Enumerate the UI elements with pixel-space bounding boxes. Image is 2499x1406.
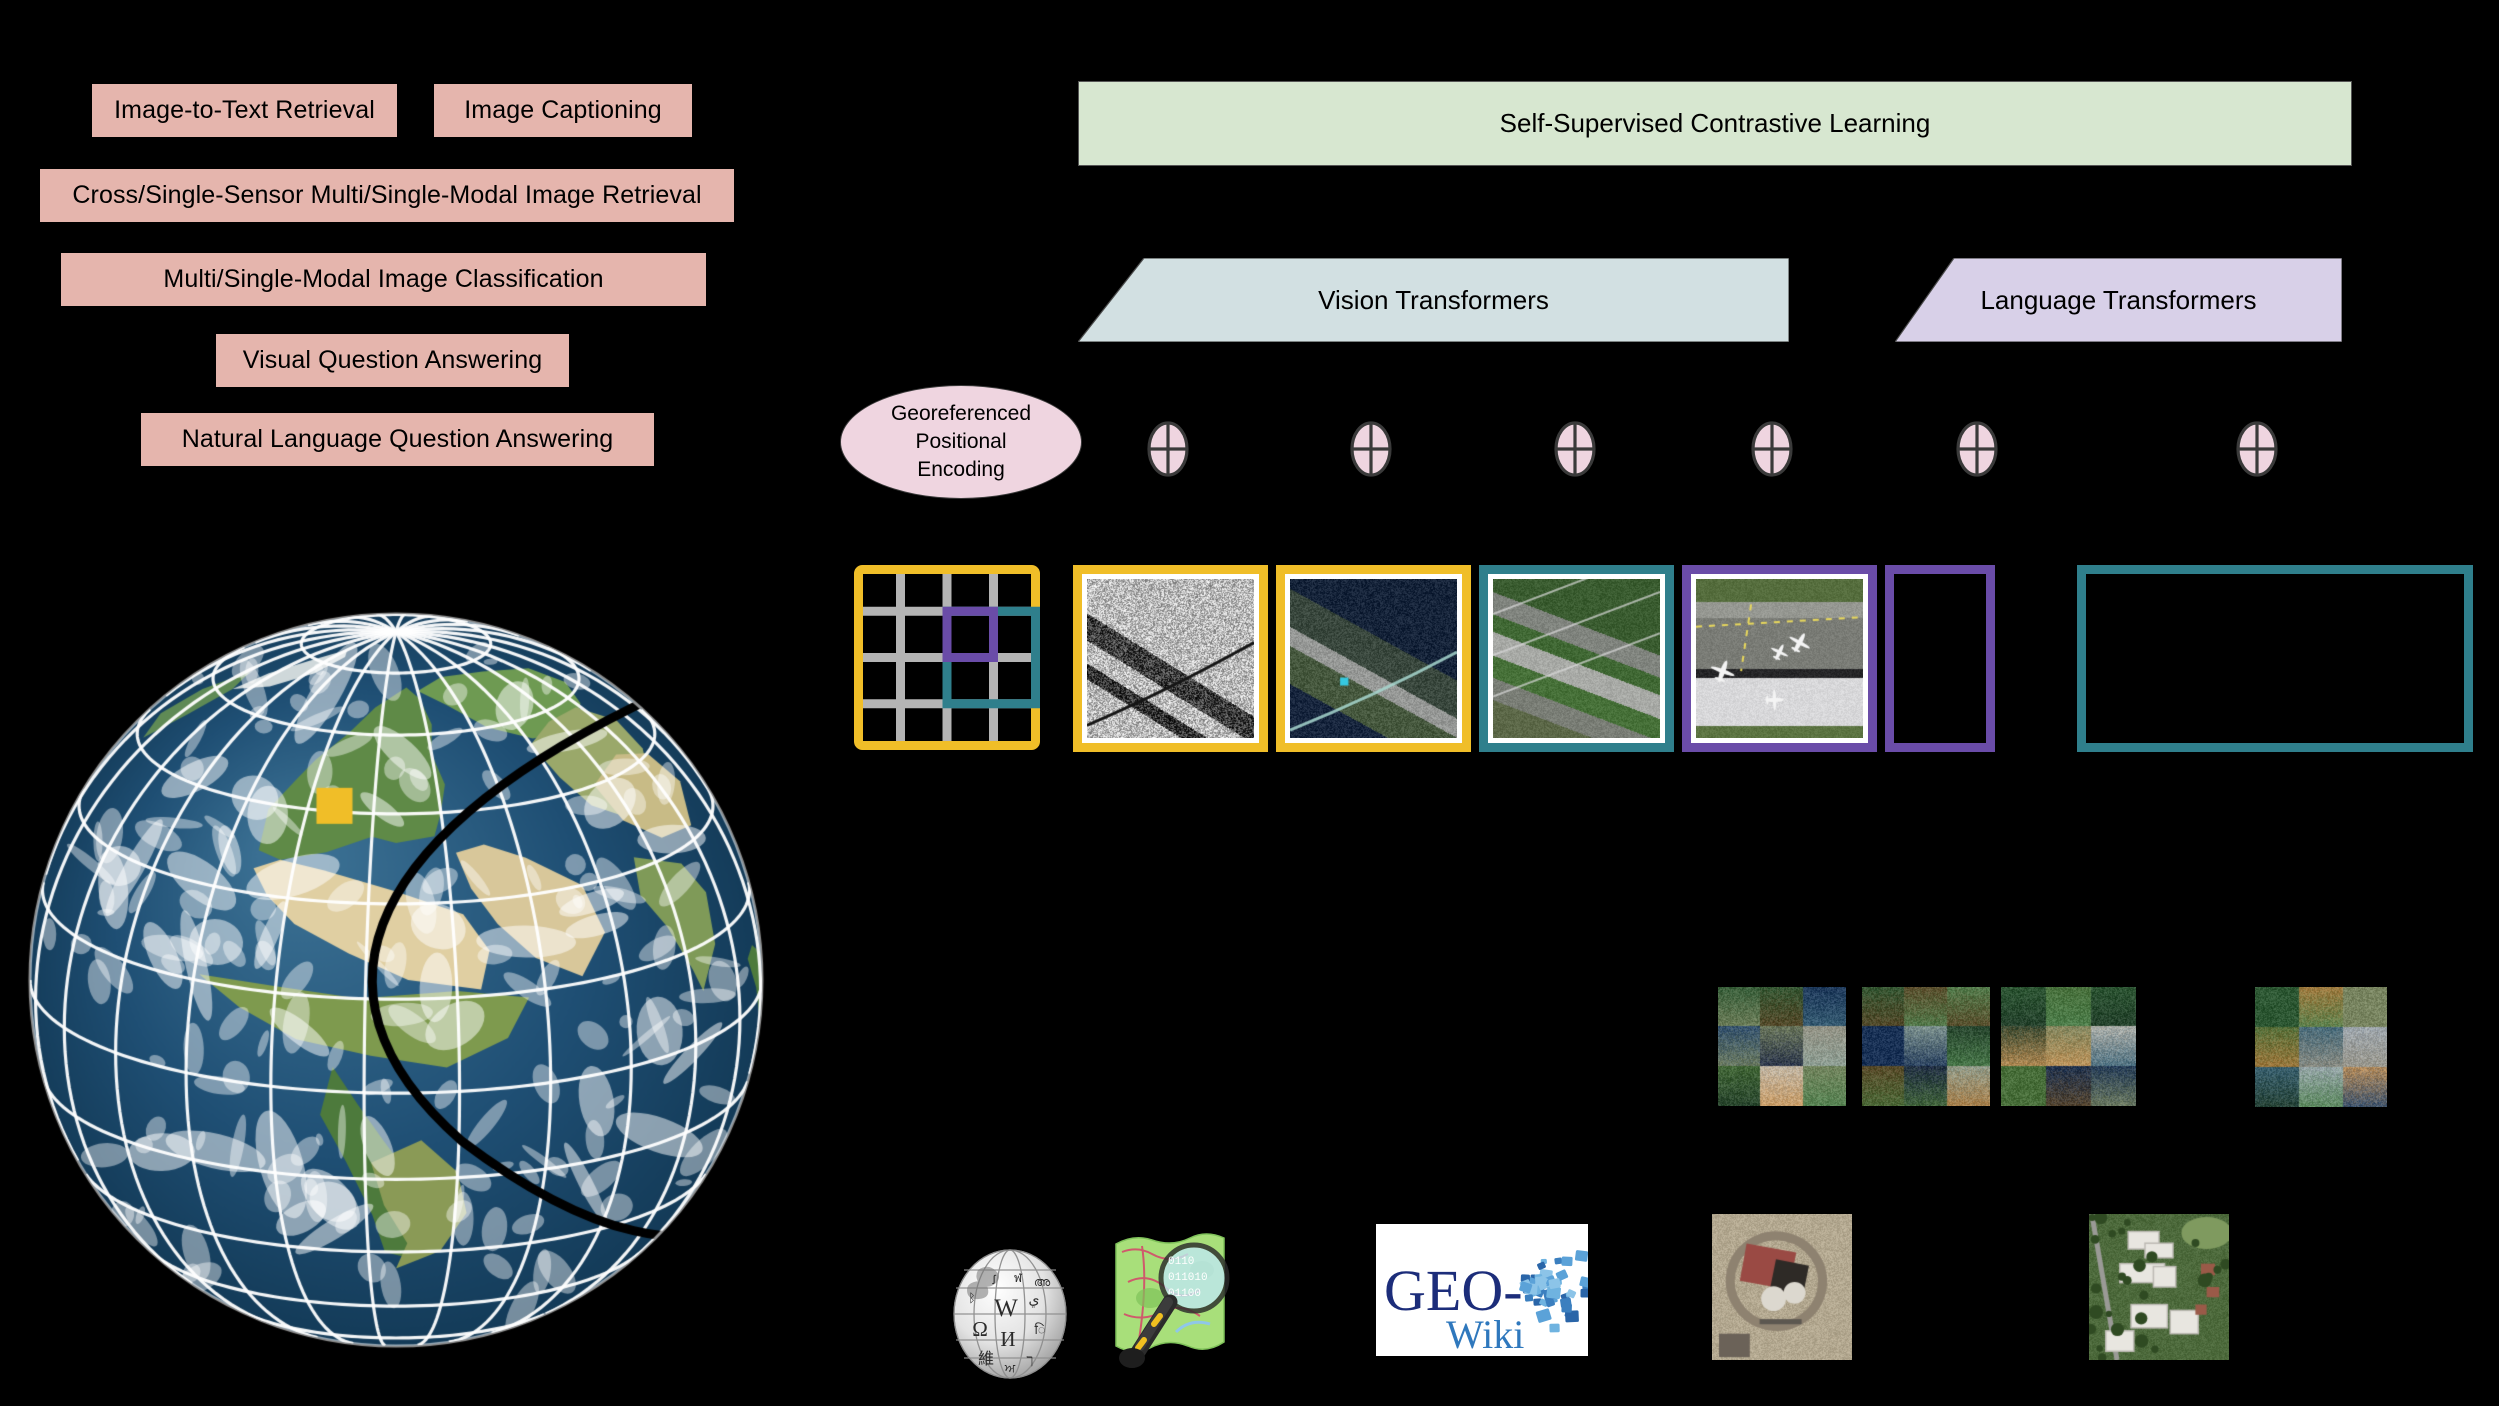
positional-token-4 xyxy=(1956,421,1998,477)
svg-text:ਅ: ਅ xyxy=(1004,1361,1016,1375)
task-box-1[interactable]: Image Captioning xyxy=(434,84,692,137)
map-magnifier-icon: 0110 011010 01100 xyxy=(1115,1233,1230,1368)
geowiki-pixel xyxy=(1554,1257,1563,1265)
airport-tile[interactable] xyxy=(1682,565,1877,752)
multispectral-tile[interactable] xyxy=(1276,565,1471,752)
multispectral-tile-image xyxy=(1290,579,1457,738)
svg-text:0110: 0110 xyxy=(1168,1256,1194,1268)
svg-text:ך: ך xyxy=(1027,1353,1034,1368)
svg-text:ꭍ: ꭍ xyxy=(992,1273,997,1287)
geowiki-pixel xyxy=(1535,1276,1546,1286)
task-box-label: Natural Language Question Answering xyxy=(181,424,614,453)
vision-transformers-block-label: Vision Transformers xyxy=(1318,284,1549,315)
geowiki-logo: GEO- Wiki xyxy=(1376,1224,1588,1356)
geowiki-pixel xyxy=(1561,1303,1572,1313)
geowiki-secondary-text: Wiki xyxy=(1446,1312,1524,1356)
task-box-label: Multi/Single-Modal Image Classification xyxy=(163,264,604,293)
dataset-mosaic-1-canvas xyxy=(1718,987,1846,1106)
task-box-label: Image-to-Text Retrieval xyxy=(114,95,375,124)
figure-canvas: Image-to-Text Retrieval Image Captioning C… xyxy=(0,0,2499,1406)
urban-sample xyxy=(2089,1214,2229,1360)
aerial-field-tile[interactable] xyxy=(1479,565,1674,752)
task-box-2[interactable]: Cross/Single-Sensor Multi/Single-Modal I… xyxy=(40,169,734,222)
task-box-0[interactable]: Image-to-Text Retrieval xyxy=(92,84,397,137)
positional-token-3 xyxy=(1751,421,1793,477)
self-supervised-contrastive-learning-banner: Self-Supervised Contrastive Learning xyxy=(1078,81,2352,166)
language-transformers-block-label: Language Transformers xyxy=(1980,284,2257,315)
svg-text:011010: 011010 xyxy=(1168,1272,1208,1284)
vision-transformers-block: Vision Transformers xyxy=(1078,258,1789,342)
aerial-field-tile-canvas xyxy=(1493,579,1660,738)
positional-token-5 xyxy=(2236,421,2278,477)
svg-text:ᛒ: ᛒ xyxy=(968,1291,975,1305)
globe-canvas xyxy=(24,610,768,1350)
sar-image-tile[interactable] xyxy=(1073,565,1268,752)
oil-tank-sample xyxy=(1712,1214,1852,1360)
task-box-5[interactable]: Natural Language Question Answering xyxy=(141,413,654,466)
airport-tile-image xyxy=(1696,579,1863,738)
geowiki-pixel xyxy=(1549,1323,1560,1333)
svg-text:W: W xyxy=(994,1295,1018,1322)
language-transformers-block: Language Transformers xyxy=(1895,258,2342,342)
geowiki-pixel xyxy=(1580,1288,1588,1298)
openstreetmap-logo: 0110 011010 01100 xyxy=(1098,1222,1248,1382)
sar-image-tile-image xyxy=(1087,579,1254,738)
georeferenced-positional-encoding-node: Georeferenced Positional Encoding xyxy=(840,385,1082,499)
task-box-label: Image Captioning xyxy=(464,95,662,124)
task-box-label: Cross/Single-Sensor Multi/Single-Modal I… xyxy=(72,180,702,209)
svg-text:ि: ि xyxy=(1034,1322,1045,1337)
positional-token-1 xyxy=(1350,421,1392,477)
dataset-mosaic-2 xyxy=(1862,987,1990,1106)
geowiki-pixel xyxy=(1561,1256,1573,1267)
svg-text:И: И xyxy=(1000,1327,1015,1351)
dataset-mosaic-3 xyxy=(2001,987,2136,1106)
dataset-mosaic-1 xyxy=(1718,987,1846,1106)
task-box-4[interactable]: Visual Question Answering xyxy=(216,334,569,387)
svg-text:ฬ: ฬ xyxy=(1014,1271,1023,1285)
wikipedia-logo: W Ω И 維 ي ि ꭍ ฬ അ ᛒ ך ਅ xyxy=(944,1242,1076,1382)
svg-text:Ω: Ω xyxy=(972,1317,988,1341)
task-box-label: Visual Question Answering xyxy=(242,345,543,374)
airport-tile-canvas xyxy=(1696,579,1863,738)
dataset-mosaic-4-canvas xyxy=(2255,987,2387,1107)
svg-text:維: 維 xyxy=(978,1350,994,1368)
pos-encoding-line-1: Georeferenced xyxy=(890,402,1032,426)
urban-sample-canvas xyxy=(2089,1214,2229,1360)
pos-encoding-line-2: Positional xyxy=(915,430,1007,454)
positional-token-2 xyxy=(1554,421,1596,477)
oil-tank-sample-canvas xyxy=(1712,1214,1852,1360)
positional-token-0 xyxy=(1147,421,1189,477)
pos-encoding-line-3: Encoding xyxy=(917,457,1005,481)
svg-text:ي: ي xyxy=(1029,1293,1040,1308)
svg-text:അ: അ xyxy=(1034,1275,1051,1289)
text-sequence-tile[interactable] xyxy=(2077,565,2473,752)
geowiki-pixel xyxy=(1524,1294,1534,1302)
text-token-tile[interactable] xyxy=(1885,565,1995,752)
sar-image-tile-canvas xyxy=(1087,579,1254,738)
objective-banner-label: Self-Supervised Contrastive Learning xyxy=(1499,108,1931,138)
geowiki-wordmark-icon: GEO- Wiki xyxy=(1376,1224,1588,1356)
dataset-mosaic-3-canvas xyxy=(2001,987,2136,1106)
georeferenced-globe xyxy=(24,610,768,1350)
dataset-mosaic-2-canvas xyxy=(1862,987,1990,1106)
multispectral-tile-canvas xyxy=(1290,579,1457,738)
dataset-mosaic-4 xyxy=(2255,987,2387,1107)
patch-grid-icon xyxy=(854,565,1040,750)
wikipedia-globe-icon: W Ω И 維 ي ि ꭍ ฬ അ ᛒ ך ਅ xyxy=(953,1249,1067,1379)
geowiki-pixel xyxy=(1574,1250,1588,1262)
task-box-3[interactable]: Multi/Single-Modal Image Classification xyxy=(61,253,706,306)
aerial-field-tile-image xyxy=(1493,579,1660,738)
patch-grid-shape xyxy=(854,565,1040,750)
